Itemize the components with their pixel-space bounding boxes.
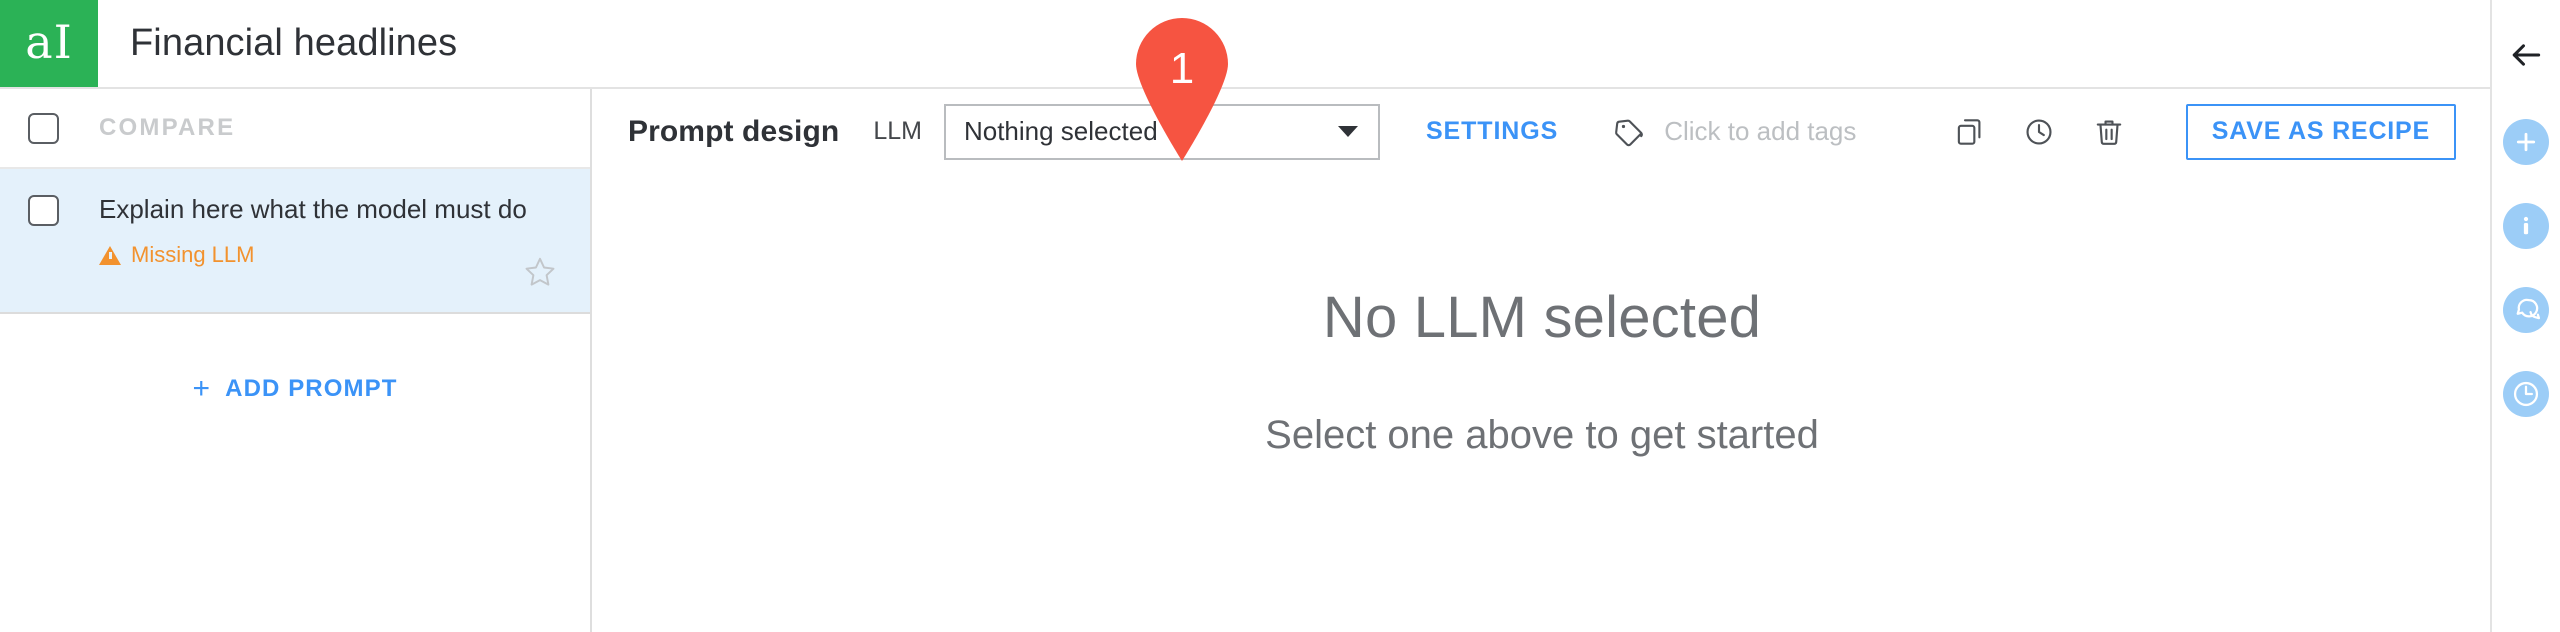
prompt-status: Missing LLM (99, 242, 590, 268)
prompt-checkbox[interactable] (28, 195, 59, 226)
duplicate-icon[interactable] (1942, 105, 1996, 159)
add-prompt-label: ADD PROMPT (225, 375, 398, 402)
compare-label: COMPARE (99, 114, 236, 141)
warning-icon (99, 245, 121, 265)
add-tags-placeholder: Click to add tags (1664, 116, 1857, 146)
logo-text: aI (25, 14, 73, 69)
tag-icon (1615, 119, 1644, 146)
save-as-recipe-button[interactable]: SAVE AS RECIPE (2185, 103, 2456, 160)
sidebar: COMPARE Explain here what the model must… (0, 89, 592, 632)
prompt-toolbar: Prompt design LLM Nothing selected SETTI… (594, 89, 2490, 174)
llm-label: LLM (873, 117, 922, 145)
app-header: aI Financial headlines (0, 0, 2490, 89)
logo-ai-icon[interactable]: aI (0, 0, 98, 87)
compare-select-all-checkbox[interactable] (28, 112, 59, 144)
back-arrow-icon[interactable] (2499, 28, 2553, 82)
app-root: aI Financial headlines COMPARE Explain h… (0, 0, 2560, 632)
page-title: Financial headlines (130, 22, 458, 64)
compare-header: COMPARE (0, 89, 590, 169)
prompt-item-header: Explain here what the model must do (28, 194, 590, 226)
right-rail (2490, 0, 2560, 632)
llm-select[interactable]: Nothing selected (943, 103, 1380, 160)
add-tags-button[interactable]: Click to add tags (1612, 115, 1856, 149)
main-panel: Prompt design LLM Nothing selected SETTI… (594, 89, 2490, 632)
chevron-down-icon (1337, 126, 1358, 137)
add-icon[interactable] (2502, 118, 2550, 166)
delete-icon[interactable] (2082, 105, 2136, 159)
prompt-list-item[interactable]: Explain here what the model must do Miss… (0, 169, 590, 314)
add-prompt-area: + ADD PROMPT (0, 314, 590, 464)
info-icon[interactable] (2502, 202, 2550, 250)
prompt-design-label: Prompt design (628, 114, 840, 148)
favorite-star-icon[interactable] (520, 252, 560, 292)
comments-icon[interactable] (2502, 286, 2550, 334)
empty-state-subtitle: Select one above to get started (1265, 413, 1819, 457)
add-prompt-button[interactable]: + ADD PROMPT (193, 374, 398, 404)
prompt-status-label: Missing LLM (131, 242, 255, 267)
history-clock-icon[interactable] (2502, 370, 2550, 418)
prompt-item-title: Explain here what the model must do (99, 194, 527, 224)
history-icon[interactable] (2012, 105, 2066, 159)
empty-state-title: No LLM selected (1322, 285, 1762, 350)
settings-button[interactable]: SETTINGS (1426, 117, 1558, 146)
llm-select-value: Nothing selected (963, 116, 1158, 146)
plus-icon: + (192, 372, 212, 405)
empty-state: No LLM selected Select one above to get … (594, 174, 2490, 458)
